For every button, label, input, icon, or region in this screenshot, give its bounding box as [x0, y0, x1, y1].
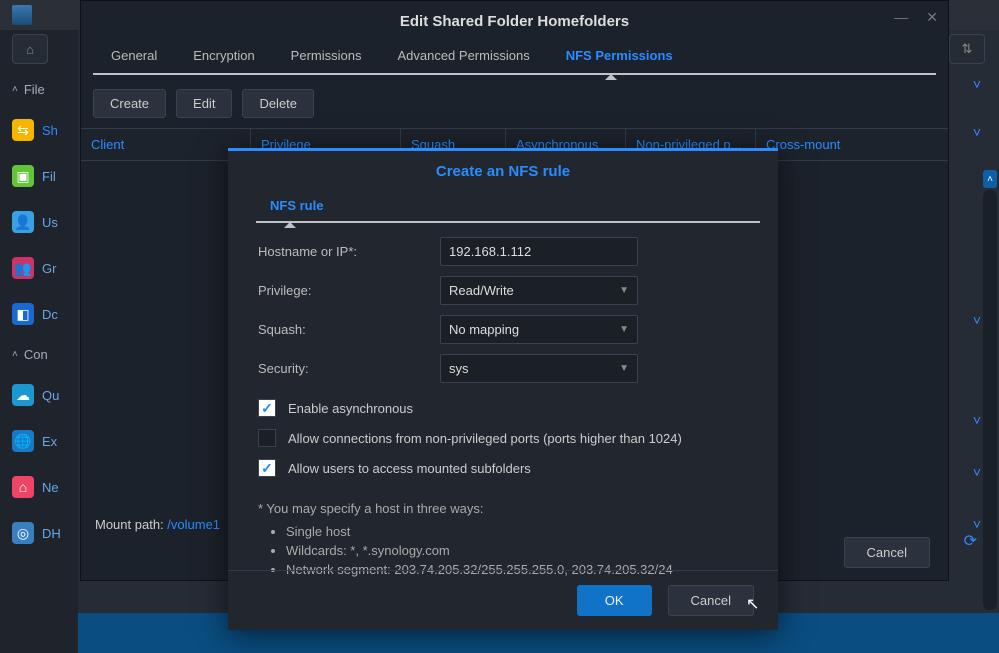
privilege-select[interactable]: Read/Write▼: [440, 276, 638, 305]
chevron-down-icon[interactable]: ˅: [973, 516, 981, 532]
sidebar-item-label: Fil: [42, 169, 56, 184]
dialog-title: Create an NFS rule: [228, 151, 778, 190]
sidebar-item-network[interactable]: ⌂ Ne: [0, 464, 78, 510]
share-icon: ⇆: [12, 119, 34, 141]
nonpriv-ports-label: Allow connections from non-privileged po…: [288, 431, 682, 446]
sidebar-section-file[interactable]: ˄File: [0, 72, 78, 107]
refresh-icon[interactable]: ⟳: [964, 531, 977, 551]
nonpriv-ports-checkbox[interactable]: [258, 429, 276, 447]
sidebar: ⌂ ˄File ⇆ Sh ▣ Fil 👤 Us 👥 Gr ◧ Dc ˄Con ☁ Qu 🌐 E…: [0, 30, 78, 653]
file-icon: ▣: [12, 165, 34, 187]
security-label: Security:: [258, 361, 440, 376]
home-button[interactable]: ⌂: [12, 34, 48, 64]
hint-text: * You may specify a host in three ways: …: [258, 501, 760, 579]
squash-select[interactable]: No mapping▼: [440, 315, 638, 344]
sidebar-item-label: Ex: [42, 434, 57, 449]
subfolders-checkbox[interactable]: [258, 459, 276, 477]
chevron-down-icon[interactable]: ˅: [973, 464, 981, 480]
group-icon: 👥: [12, 257, 34, 279]
user-icon: 👤: [12, 211, 34, 233]
dhcp-icon: ◎: [12, 522, 34, 544]
subfolders-label: Allow users to access mounted subfolders: [288, 461, 531, 476]
edit-button[interactable]: Edit: [176, 89, 232, 118]
sidebar-item-label: Gr: [42, 261, 56, 276]
sidebar-item-file[interactable]: ▣ Fil: [0, 153, 78, 199]
mount-path: Mount path: /volume1: [95, 517, 220, 532]
scroll-up-button[interactable]: ˄: [983, 170, 997, 188]
tab-permissions[interactable]: Permissions: [273, 38, 380, 73]
tab-advanced-permissions[interactable]: Advanced Permissions: [379, 38, 547, 73]
sidebar-item-dhcp[interactable]: ◎ DH: [0, 510, 78, 556]
squash-label: Squash:: [258, 322, 440, 337]
chevron-down-icon[interactable]: ˅: [973, 412, 981, 428]
chevron-down-icon: ▼: [619, 285, 629, 296]
hostname-label: Hostname or IP*:: [258, 244, 440, 259]
security-select[interactable]: sys▼: [440, 354, 638, 383]
cloud-icon: ☁: [12, 384, 34, 406]
sidebar-item-shared[interactable]: ⇆ Sh: [0, 107, 78, 153]
minimize-icon[interactable]: —: [894, 9, 908, 26]
chevron-down-icon: ▼: [619, 324, 629, 335]
scrollbar[interactable]: [983, 190, 997, 610]
sort-button[interactable]: ⇅: [949, 34, 985, 64]
sidebar-item-quickconnect[interactable]: ☁ Qu: [0, 372, 78, 418]
tab-general[interactable]: General: [93, 38, 175, 73]
network-icon: ⌂: [12, 476, 34, 498]
sidebar-item-label: Qu: [42, 388, 59, 403]
close-icon[interactable]: ✕: [926, 9, 938, 26]
sidebar-item-label: Sh: [42, 123, 58, 138]
create-button[interactable]: Create: [93, 89, 166, 118]
sidebar-item-external[interactable]: 🌐 Ex: [0, 418, 78, 464]
ok-button[interactable]: OK: [577, 585, 652, 616]
cancel-button-dlg1[interactable]: Cancel: [844, 537, 930, 568]
privilege-label: Privilege:: [258, 283, 440, 298]
sidebar-item-group[interactable]: 👥 Gr: [0, 245, 78, 291]
sidebar-item-label: Ne: [42, 480, 59, 495]
sidebar-item-label: DH: [42, 526, 61, 541]
tab-nfs-rule[interactable]: NFS rule: [256, 190, 337, 221]
sidebar-item-user[interactable]: 👤 Us: [0, 199, 78, 245]
tab-encryption[interactable]: Encryption: [175, 38, 272, 73]
app-logo-icon: [12, 5, 32, 25]
dialog-title: Edit Shared Folder Homefolders: [81, 1, 948, 38]
col-crossmount[interactable]: Cross-mount: [756, 129, 948, 160]
chevron-down-icon[interactable]: ˅: [973, 312, 981, 328]
sidebar-item-label: Us: [42, 215, 58, 230]
sidebar-item-domain[interactable]: ◧ Dc: [0, 291, 78, 337]
enable-async-label: Enable asynchronous: [288, 401, 413, 416]
delete-button[interactable]: Delete: [242, 89, 314, 118]
col-client[interactable]: Client: [81, 129, 251, 160]
chevron-down-icon[interactable]: ˅: [973, 124, 981, 140]
dialog-tabs: General Encryption Permissions Advanced …: [93, 38, 936, 75]
enable-async-checkbox[interactable]: [258, 399, 276, 417]
domain-icon: ◧: [12, 303, 34, 325]
globe-icon: 🌐: [12, 430, 34, 452]
chevron-down-icon: ▼: [619, 363, 629, 374]
cancel-button[interactable]: Cancel: [668, 585, 754, 616]
create-nfs-rule-dialog: Create an NFS rule NFS rule Hostname or …: [228, 148, 778, 630]
tab-nfs-permissions[interactable]: NFS Permissions: [548, 38, 691, 73]
sidebar-section-con[interactable]: ˄Con: [0, 337, 78, 372]
hostname-input[interactable]: [440, 237, 638, 266]
sidebar-item-label: Dc: [42, 307, 58, 322]
chevron-down-icon[interactable]: ˅: [973, 76, 981, 92]
